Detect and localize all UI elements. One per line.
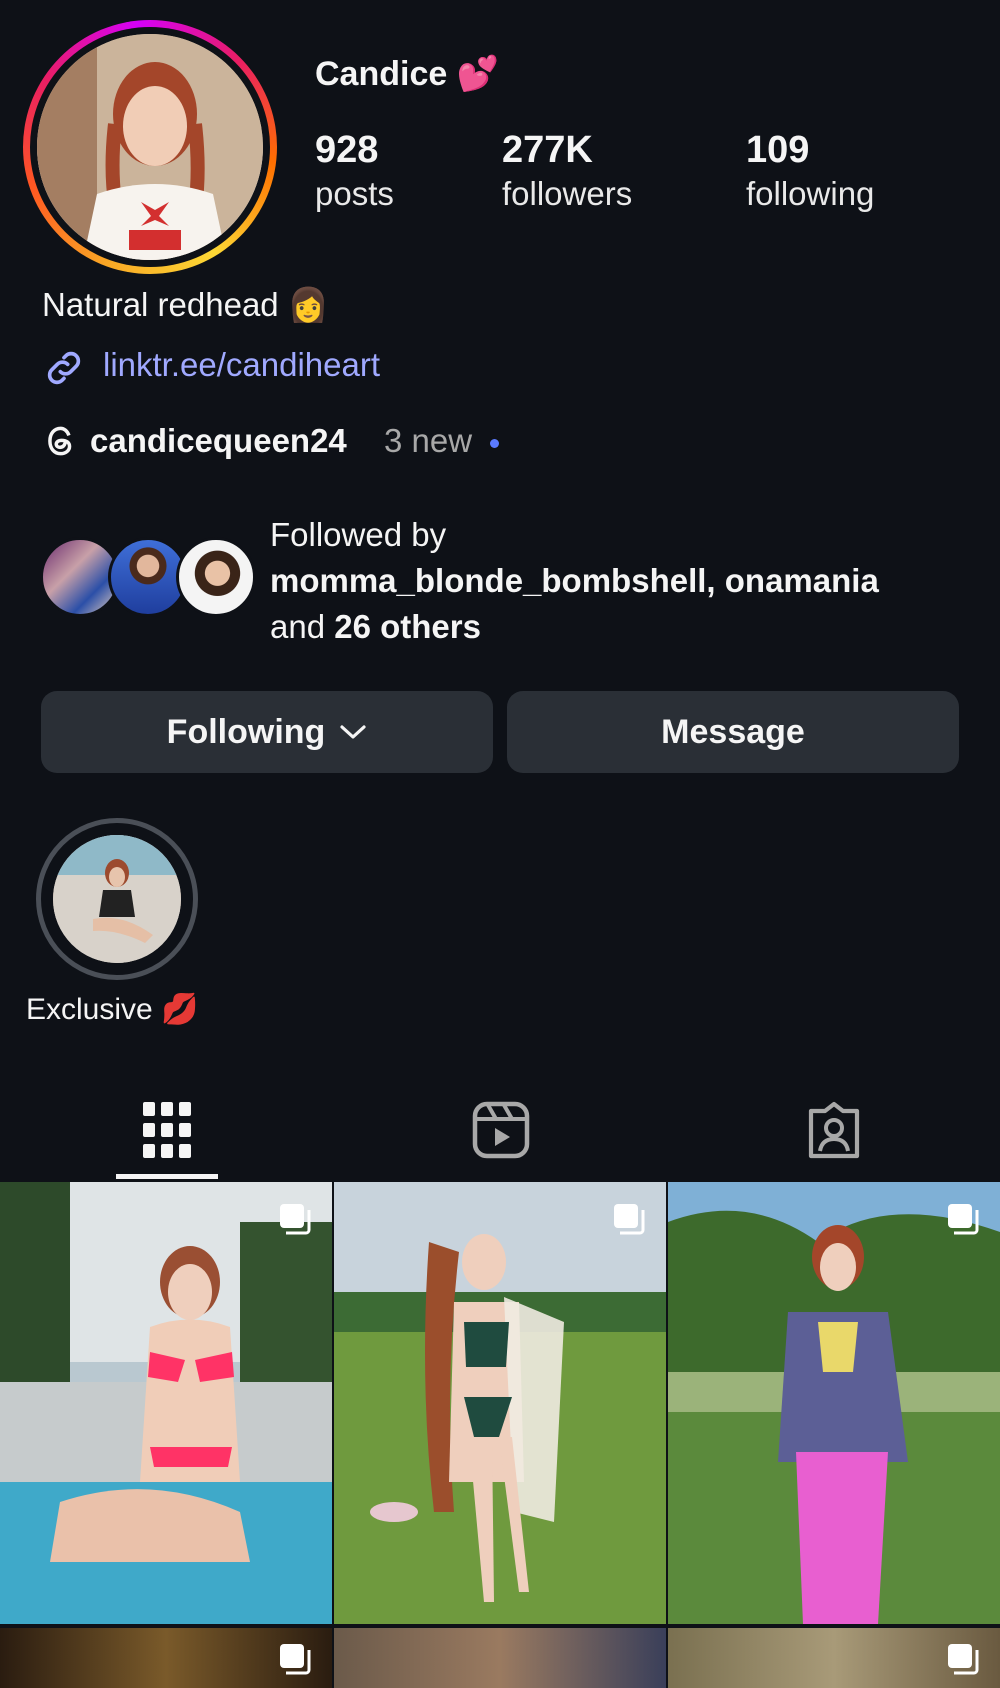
- post-thumbnail[interactable]: [668, 1182, 1000, 1624]
- story-highlight-exclusive[interactable]: [36, 818, 198, 980]
- link-icon: [42, 346, 86, 390]
- grid-icon: [143, 1102, 191, 1158]
- followed-by-and: and: [270, 608, 326, 645]
- stat-followers-label: followers: [502, 174, 633, 212]
- followed-by-others: 26 others: [334, 608, 481, 645]
- stat-posts-label: posts: [315, 174, 394, 212]
- tab-tagged[interactable]: [794, 1090, 874, 1170]
- stat-followers-value: 277K: [502, 129, 593, 171]
- stat-posts[interactable]: 928 posts: [315, 128, 394, 213]
- profile-avatar: [37, 34, 263, 260]
- profile-link[interactable]: linktr.ee/candiheart: [103, 346, 380, 384]
- stat-followers[interactable]: 277K followers: [502, 128, 632, 213]
- post-thumbnail[interactable]: [0, 1628, 332, 1688]
- post-thumbnail[interactable]: [334, 1182, 666, 1624]
- following-button-label: Following: [166, 712, 326, 751]
- post-thumbnail[interactable]: [0, 1182, 332, 1624]
- active-tab-indicator: [116, 1174, 218, 1179]
- profile-bio: Natural redhead 👩: [42, 286, 329, 323]
- tab-reels[interactable]: [461, 1090, 541, 1170]
- threads-handle[interactable]: candicequeen24: [90, 422, 347, 460]
- carousel-icon: [948, 1204, 979, 1235]
- highlight-label: Exclusive 💋: [26, 993, 199, 1026]
- threads-new-count[interactable]: 3 new: [384, 422, 472, 460]
- threads-icon: [42, 422, 80, 460]
- message-button[interactable]: Message: [507, 691, 959, 773]
- followed-by-names: momma_blonde_bombshell, onamania: [270, 562, 879, 599]
- post-thumbnail[interactable]: [334, 1628, 666, 1688]
- threads-new-dot: [490, 439, 499, 448]
- tab-posts-grid[interactable]: [127, 1090, 207, 1170]
- tagged-icon: [808, 1101, 860, 1159]
- profile-display-name: Candice 💕: [315, 55, 500, 93]
- stat-following[interactable]: 109 following: [746, 128, 874, 213]
- post-thumbnail[interactable]: [668, 1628, 1000, 1688]
- profile-avatar-story-ring[interactable]: [23, 20, 277, 274]
- stat-following-label: following: [746, 174, 875, 212]
- highlight-cover: [53, 835, 181, 963]
- carousel-icon: [280, 1644, 311, 1675]
- chevron-down-icon: [340, 725, 366, 739]
- reels-icon: [472, 1101, 530, 1159]
- carousel-icon: [614, 1204, 645, 1235]
- message-button-label: Message: [661, 712, 805, 751]
- carousel-icon: [280, 1204, 311, 1235]
- carousel-icon: [948, 1644, 979, 1675]
- stat-posts-value: 928: [315, 129, 379, 171]
- stat-following-value: 109: [746, 129, 810, 171]
- following-button[interactable]: Following: [41, 691, 493, 773]
- mutual-follower-avatar[interactable]: [176, 537, 256, 617]
- followed-by[interactable]: Followed by momma_blonde_bombshell, onam…: [270, 512, 879, 650]
- followed-by-prefix: Followed by: [270, 516, 447, 553]
